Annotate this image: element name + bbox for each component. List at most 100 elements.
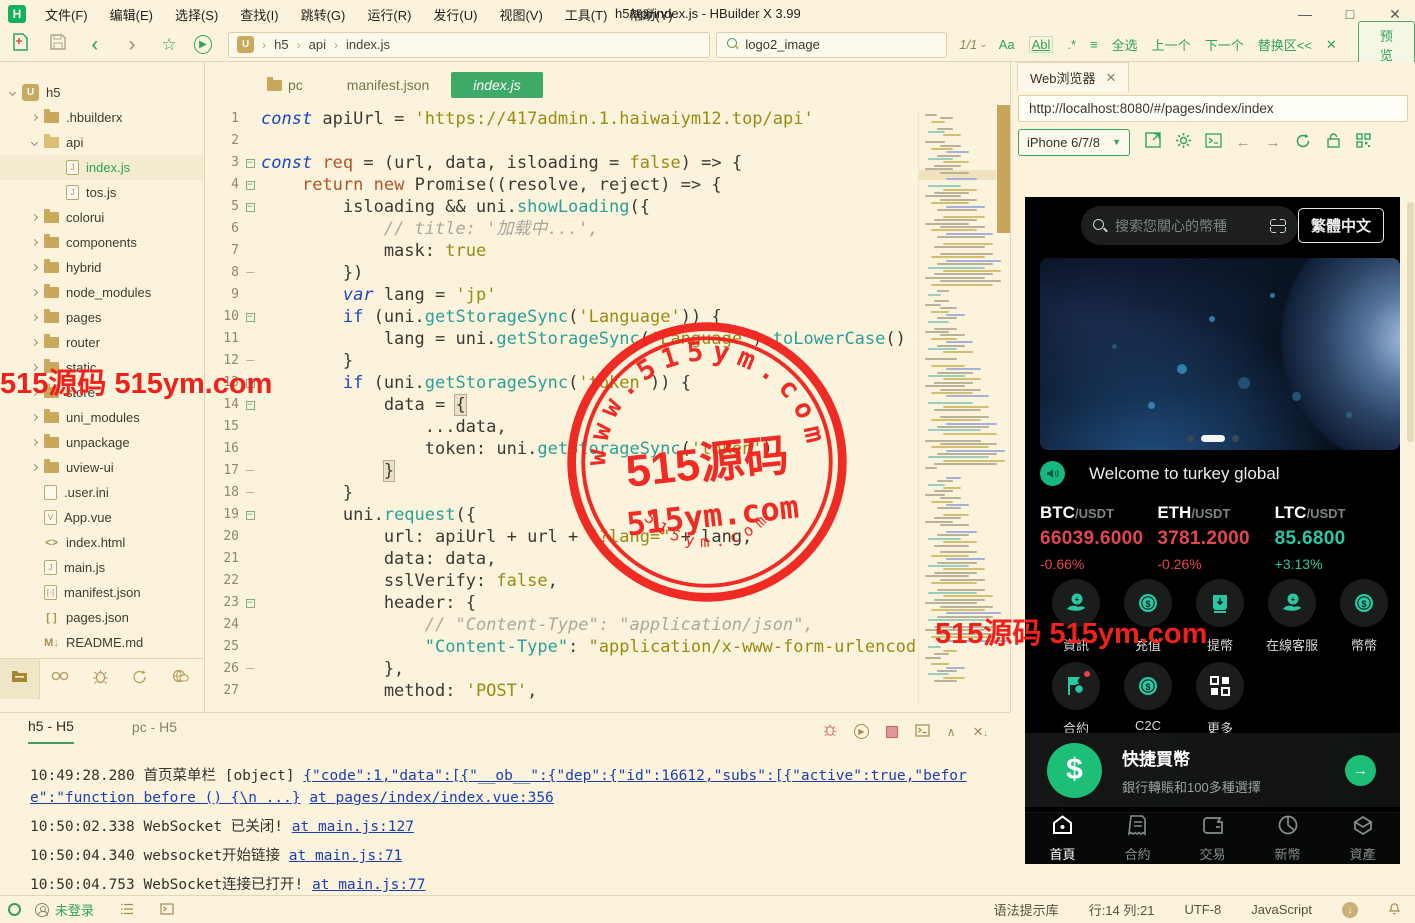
tree-item-unpackage[interactable]: unpackage: [0, 430, 204, 455]
files-panel-icon[interactable]: [0, 659, 40, 699]
whole-word-button[interactable]: Abl: [1029, 36, 1054, 53]
tree-item-node_modules[interactable]: node_modules: [0, 280, 204, 305]
minimize-button[interactable]: —: [1285, 0, 1325, 28]
fold-box-icon[interactable]: −: [246, 379, 255, 388]
shortcut-充值[interactable]: $充值: [1112, 579, 1184, 654]
breadcrumb-api[interactable]: api: [309, 37, 326, 52]
tree-item-static[interactable]: static: [0, 355, 204, 380]
select-all-button[interactable]: 全选: [1112, 35, 1138, 54]
tree-item-components[interactable]: components: [0, 230, 204, 255]
clear-log-icon[interactable]: ✕↓: [973, 724, 988, 740]
tree-item-router[interactable]: router: [0, 330, 204, 355]
tree-item-store[interactable]: store: [0, 380, 204, 405]
fold-gutter[interactable]: [239, 262, 261, 284]
tree-item-uni_modules[interactable]: uni_modules: [0, 405, 204, 430]
tree-item-main.js[interactable]: Jmain.js: [0, 555, 204, 580]
console-tab-pc - H5[interactable]: pc - H5: [132, 719, 177, 743]
fold-gutter[interactable]: [239, 218, 261, 240]
url-input[interactable]: [1019, 96, 1407, 121]
fold-gutter[interactable]: −: [239, 504, 261, 526]
fold-gutter[interactable]: [239, 438, 261, 460]
menu-选择(S)[interactable]: 选择(S): [164, 5, 229, 24]
cloud-panel-icon[interactable]: [160, 669, 200, 688]
nav-合約[interactable]: 合約: [1100, 813, 1175, 864]
syntax-lib-label[interactable]: 语法提示库: [994, 900, 1059, 919]
fold-gutter[interactable]: −: [239, 372, 261, 394]
tree-item-README.md[interactable]: M↓README.md: [0, 630, 204, 655]
menu-运行(R)[interactable]: 运行(R): [356, 5, 422, 24]
fold-gutter[interactable]: [239, 108, 261, 130]
fold-box-icon[interactable]: −: [246, 313, 255, 322]
run-icon[interactable]: ▶: [194, 35, 212, 54]
log-link[interactable]: at main.js:127: [292, 819, 414, 835]
tree-chevron-icon[interactable]: [31, 289, 38, 296]
tree-item-uview-ui[interactable]: uview-ui: [0, 455, 204, 480]
menu-编辑(E)[interactable]: 编辑(E): [99, 5, 164, 24]
breadcrumb-h5[interactable]: h5: [274, 37, 288, 52]
ticker-LTC[interactable]: LTC/USDT85.6800+3.13%: [1275, 503, 1392, 572]
shortcut-幣幣[interactable]: $幣幣: [1328, 579, 1400, 654]
refresh-icon[interactable]: [1288, 133, 1318, 152]
console-tab-h5 - H5[interactable]: h5 - H5: [28, 718, 74, 744]
fold-gutter[interactable]: [239, 680, 261, 702]
find-next-button[interactable]: 下一个: [1205, 35, 1244, 54]
nav-新幣[interactable]: 新幣: [1250, 813, 1325, 864]
search-box[interactable]: [716, 32, 947, 58]
scan-icon[interactable]: [1270, 219, 1286, 233]
fold-gutter[interactable]: −: [239, 152, 261, 174]
shortcut-合約[interactable]: 合約: [1040, 662, 1112, 737]
tree-chevron-icon[interactable]: [31, 464, 38, 471]
encoding-label[interactable]: UTF-8: [1184, 902, 1221, 917]
close-tab-icon[interactable]: ✕: [1106, 70, 1117, 86]
fold-gutter[interactable]: [239, 482, 261, 504]
debug-panel-icon[interactable]: [80, 669, 120, 689]
account-icon[interactable]: [35, 903, 49, 917]
export-log-icon[interactable]: [915, 724, 930, 740]
debug-bug-icon[interactable]: [823, 723, 837, 740]
fold-gutter[interactable]: [239, 658, 261, 680]
tree-item-manifest.json[interactable]: [◦]manifest.json: [0, 580, 204, 605]
bookmark-star-icon[interactable]: ☆: [157, 35, 182, 55]
fold-box-icon[interactable]: −: [246, 203, 255, 212]
terminal-icon[interactable]: [160, 902, 174, 918]
code-area[interactable]: 1const apiUrl = 'https://417admin.1.haiw…: [205, 108, 917, 712]
message-status-icon[interactable]: [8, 903, 21, 916]
forward-icon[interactable]: ›: [119, 33, 144, 57]
tree-item-hybrid[interactable]: hybrid: [0, 255, 204, 280]
log-link[interactable]: at main.js:71: [289, 848, 403, 864]
fold-gutter[interactable]: −: [239, 394, 261, 416]
shortcut-資訊[interactable]: +資訊: [1040, 579, 1112, 654]
quick-buy-arrow-icon[interactable]: →: [1345, 755, 1376, 786]
fold-box-icon[interactable]: −: [246, 511, 255, 520]
editor-tab-manifest.json[interactable]: manifest.json: [325, 72, 451, 98]
tree-item-tos.js[interactable]: Jtos.js: [0, 180, 204, 205]
back-icon[interactable]: ‹: [82, 33, 107, 57]
fold-gutter[interactable]: [239, 548, 261, 570]
outline-list-icon[interactable]: [120, 902, 134, 918]
tree-chevron-icon[interactable]: [9, 89, 16, 96]
code-editor[interactable]: pcmanifest.jsonindex.js 1const apiUrl = …: [205, 62, 1011, 712]
sync-panel-icon[interactable]: [120, 669, 160, 689]
tree-chevron-icon[interactable]: [31, 364, 38, 371]
tree-item-index.js[interactable]: Jindex.js: [0, 155, 204, 180]
regex-button[interactable]: .*: [1067, 37, 1076, 52]
editor-tab-pc[interactable]: pc: [245, 72, 325, 98]
tree-item-.hbuilderx[interactable]: .hbuilderx: [0, 105, 204, 130]
menu-视图(V)[interactable]: 视图(V): [488, 5, 553, 24]
stop-icon[interactable]: [886, 726, 898, 738]
collapse-panel-icon[interactable]: ∧: [947, 725, 956, 739]
language-button[interactable]: 繁體中文: [1298, 208, 1384, 243]
match-case-button[interactable]: Aa: [999, 37, 1015, 52]
notification-bell-icon[interactable]: [1388, 901, 1401, 918]
tree-item-api[interactable]: api: [0, 130, 204, 155]
lock-icon[interactable]: [1318, 133, 1348, 152]
save-icon[interactable]: [45, 34, 70, 55]
tree-item-h5[interactable]: Uh5: [0, 80, 204, 105]
editor-scrollbar[interactable]: [997, 105, 1010, 233]
tree-item-pages[interactable]: pages: [0, 305, 204, 330]
quick-buy-card[interactable]: $ 快捷買幣 銀行轉賬和100多種選擇 →: [1025, 733, 1400, 807]
tree-chevron-icon[interactable]: [31, 214, 38, 221]
menu-文件(F)[interactable]: 文件(F): [34, 5, 99, 24]
fold-gutter[interactable]: [239, 614, 261, 636]
shortcut-C2C[interactable]: $C2C: [1112, 662, 1184, 737]
